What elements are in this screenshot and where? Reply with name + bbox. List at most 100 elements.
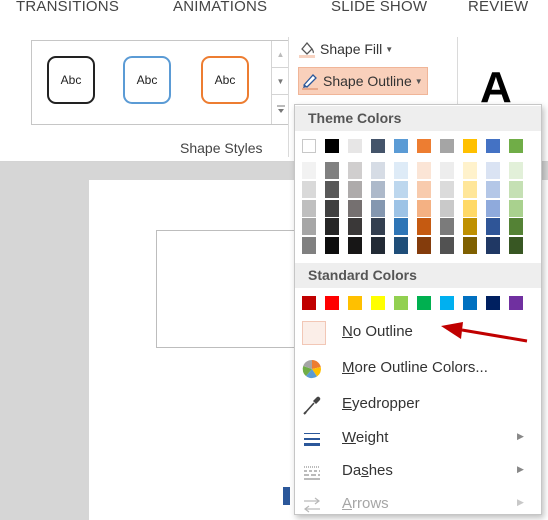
standard-color-swatch[interactable] (371, 296, 385, 310)
theme-color-swatch[interactable] (486, 162, 500, 179)
theme-color-swatch[interactable] (302, 218, 316, 236)
submenu-arrow-icon: ▶ (517, 431, 524, 441)
theme-color-swatch[interactable] (417, 139, 431, 153)
theme-color-swatch[interactable] (302, 237, 316, 255)
tab-review[interactable]: REVIEW (468, 0, 528, 15)
theme-color-swatch[interactable] (509, 162, 523, 179)
theme-color-swatch[interactable] (440, 162, 454, 179)
standard-color-swatch[interactable] (463, 296, 477, 310)
theme-color-swatch[interactable] (302, 162, 316, 179)
theme-color-swatch[interactable] (325, 139, 339, 153)
theme-color-swatch[interactable] (325, 218, 339, 236)
gallery-scroll-up-button[interactable]: ▲ (272, 41, 289, 68)
dashes-icon (304, 466, 320, 480)
theme-color-swatch[interactable] (463, 162, 477, 179)
theme-color-swatch[interactable] (394, 199, 408, 217)
theme-color-swatch[interactable] (394, 218, 408, 236)
theme-color-swatch[interactable] (463, 139, 477, 153)
theme-color-swatch[interactable] (417, 162, 431, 179)
theme-color-swatch[interactable] (417, 237, 431, 255)
theme-color-swatch[interactable] (394, 237, 408, 255)
theme-color-swatch[interactable] (348, 162, 362, 179)
theme-color-swatch[interactable] (302, 180, 316, 198)
standard-color-swatch[interactable] (486, 296, 500, 310)
theme-color-swatch[interactable] (440, 180, 454, 198)
theme-color-swatch[interactable] (302, 199, 316, 217)
shape-outline-label: Shape Outline (323, 73, 412, 89)
weight-menu-item[interactable]: Weight ▶ (295, 422, 541, 455)
theme-color-swatch[interactable] (371, 218, 385, 236)
theme-color-swatch[interactable] (325, 237, 339, 255)
no-outline-menu-item[interactable]: No Outline (295, 316, 541, 349)
standard-color-swatch[interactable] (325, 296, 339, 310)
theme-color-swatch[interactable] (325, 162, 339, 179)
theme-color-swatch[interactable] (371, 237, 385, 255)
arrows-icon (304, 497, 320, 513)
theme-color-swatch[interactable] (371, 180, 385, 198)
theme-color-swatch[interactable] (486, 237, 500, 255)
theme-color-swatch[interactable] (325, 180, 339, 198)
standard-color-swatch[interactable] (394, 296, 408, 310)
theme-color-swatch[interactable] (302, 139, 316, 153)
eyedropper-menu-item[interactable]: Eyedropper (295, 388, 541, 421)
shape-styles-gallery: Abc Abc Abc ▲ ▼ (31, 40, 289, 125)
tab-transitions[interactable]: TRANSITIONS (16, 0, 119, 15)
theme-color-swatch[interactable] (371, 162, 385, 179)
tab-slide-show[interactable]: SLIDE SHOW (331, 0, 427, 15)
theme-color-swatch[interactable] (371, 199, 385, 217)
shape-style-thumbnail[interactable]: Abc (47, 56, 95, 104)
standard-color-swatch[interactable] (509, 296, 523, 310)
standard-color-swatch[interactable] (348, 296, 362, 310)
theme-color-swatch[interactable] (509, 199, 523, 217)
gallery-scrollbar: ▲ ▼ (271, 41, 289, 124)
standard-colors-header: Standard Colors (295, 263, 541, 288)
theme-color-swatch[interactable] (486, 180, 500, 198)
theme-color-swatch[interactable] (440, 139, 454, 153)
tab-animations[interactable]: ANIMATIONS (173, 0, 267, 15)
more-outline-colors-menu-item[interactable]: More Outline Colors... (295, 352, 541, 385)
shape-fill-button[interactable]: Shape Fill ▼ (298, 37, 393, 61)
selected-shape[interactable] (156, 230, 298, 348)
gallery-more-button[interactable] (272, 95, 289, 122)
theme-color-swatch[interactable] (394, 180, 408, 198)
theme-color-swatch[interactable] (509, 218, 523, 236)
gallery-scroll-down-button[interactable]: ▼ (272, 68, 289, 95)
theme-color-swatch[interactable] (348, 199, 362, 217)
theme-color-swatch[interactable] (394, 162, 408, 179)
standard-color-swatch[interactable] (302, 296, 316, 310)
theme-color-swatch[interactable] (486, 199, 500, 217)
theme-color-swatch[interactable] (486, 218, 500, 236)
shape-style-thumbnail[interactable]: Abc (123, 56, 171, 104)
theme-color-swatch[interactable] (417, 180, 431, 198)
theme-color-swatch[interactable] (463, 199, 477, 217)
theme-color-swatch[interactable] (348, 237, 362, 255)
theme-color-swatch[interactable] (463, 237, 477, 255)
more-icon (276, 105, 285, 113)
theme-color-swatch[interactable] (417, 199, 431, 217)
dashes-menu-item[interactable]: Dashes ▶ (295, 455, 541, 488)
theme-color-swatch[interactable] (348, 139, 362, 153)
theme-color-swatch[interactable] (509, 237, 523, 255)
pen-outline-icon (302, 74, 318, 90)
theme-color-swatch[interactable] (394, 139, 408, 153)
paint-bucket-icon (299, 41, 315, 58)
standard-color-swatch[interactable] (417, 296, 431, 310)
theme-color-swatch[interactable] (463, 180, 477, 198)
theme-color-swatch[interactable] (509, 180, 523, 198)
theme-color-swatch[interactable] (325, 199, 339, 217)
theme-color-swatch[interactable] (509, 139, 523, 153)
ruler-marker (283, 487, 290, 505)
standard-color-swatch[interactable] (440, 296, 454, 310)
theme-color-swatch[interactable] (486, 139, 500, 153)
theme-color-swatch[interactable] (440, 237, 454, 255)
shape-style-thumbnail[interactable]: Abc (201, 56, 249, 104)
theme-color-swatch[interactable] (440, 199, 454, 217)
theme-color-swatch[interactable] (371, 139, 385, 153)
theme-color-swatch[interactable] (348, 218, 362, 236)
no-outline-label: No Outline (342, 323, 413, 340)
theme-color-swatch[interactable] (440, 218, 454, 236)
theme-color-swatch[interactable] (417, 218, 431, 236)
shape-outline-button[interactable]: Shape Outline ▼ (298, 67, 428, 95)
theme-color-swatch[interactable] (463, 218, 477, 236)
theme-color-swatch[interactable] (348, 180, 362, 198)
